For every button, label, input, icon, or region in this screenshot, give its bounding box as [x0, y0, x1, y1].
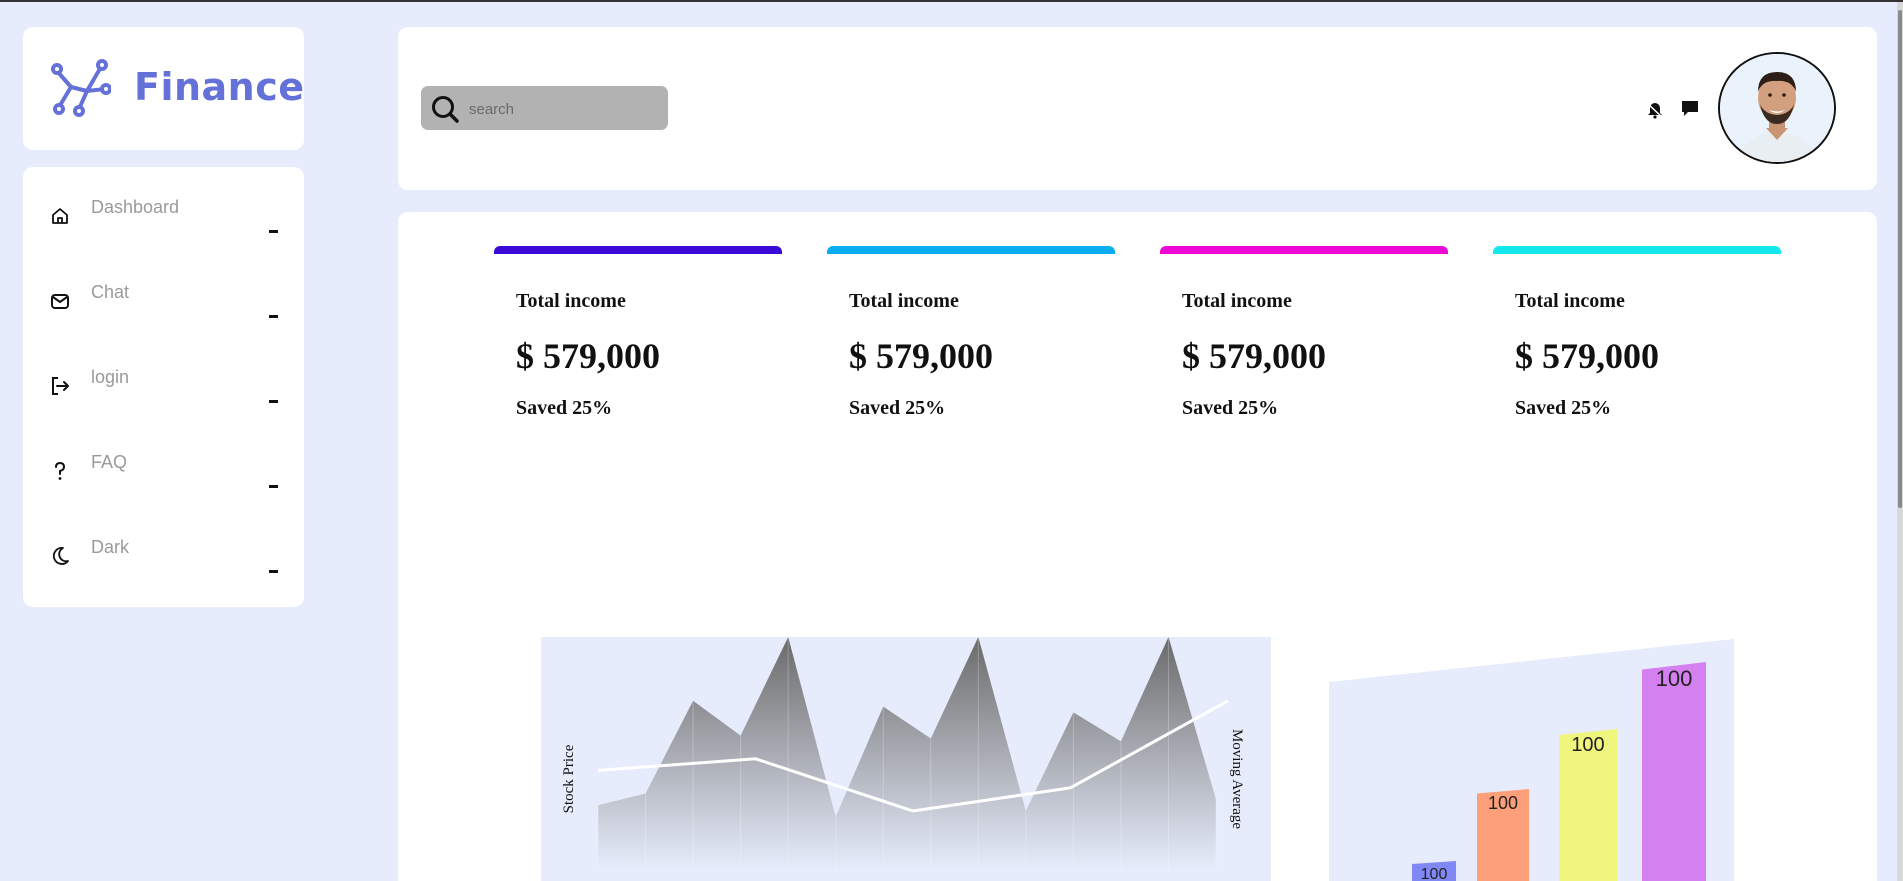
main-content: Total income $ 579,000 Saved 25% Total i… — [398, 212, 1877, 881]
sidebar-item-faq[interactable]: FAQ — [23, 422, 304, 492]
stock-price-chart: Stock Price Moving Average — [541, 637, 1271, 881]
bar — [1642, 662, 1706, 881]
card-value: $ 579,000 — [849, 336, 993, 376]
card-accent-bar — [1493, 246, 1781, 254]
bar-value-label: 100 — [1421, 866, 1448, 881]
card-value: $ 579,000 — [1182, 336, 1326, 376]
card-title: Total income — [1182, 290, 1292, 312]
dash-marker — [269, 400, 278, 403]
card-title: Total income — [516, 290, 626, 312]
sidebar-item-label: login — [91, 367, 130, 387]
search-input[interactable] — [469, 98, 659, 120]
logo-panel: Finance — [23, 27, 304, 150]
card-subtitle: Saved 25% — [1182, 397, 1279, 419]
dash-marker — [269, 570, 278, 573]
card-subtitle: Saved 25% — [516, 397, 613, 419]
sidebar-item-chat[interactable]: Chat — [23, 252, 304, 322]
mail-icon — [51, 294, 69, 309]
dash-marker — [269, 230, 278, 233]
brand-name: Finance — [134, 65, 305, 109]
card-value: $ 579,000 — [1515, 336, 1659, 376]
question-icon — [55, 461, 66, 480]
card-value: $ 579,000 — [516, 336, 660, 376]
sidebar-item-label: Chat — [91, 282, 130, 302]
search-icon[interactable] — [430, 94, 460, 124]
bar-value-label: 100 — [1571, 734, 1604, 756]
card-subtitle: Saved 25% — [849, 397, 946, 419]
bar-value-label: 100 — [1656, 666, 1693, 691]
logout-icon — [52, 377, 69, 395]
sidebar-item-dark[interactable]: Dark — [23, 507, 304, 577]
avatar[interactable] — [1718, 52, 1836, 164]
sidebar-item-dashboard[interactable]: Dashboard — [23, 167, 304, 237]
income-card: Total income $ 579,000 Saved 25% — [1493, 246, 1781, 446]
sidebar: Dashboard Chat login FAQ Dark — [23, 167, 304, 607]
sidebar-item-label: FAQ — [91, 452, 128, 472]
top-header — [398, 27, 1877, 190]
card-accent-bar — [1160, 246, 1448, 254]
card-title: Total income — [1515, 290, 1625, 312]
home-icon — [52, 208, 68, 224]
bar-chart: 100 100 100 100 — [1329, 639, 1734, 881]
network-nodes-icon — [51, 59, 111, 117]
sidebar-item-label: Dashboard — [91, 197, 180, 217]
card-subtitle: Saved 25% — [1515, 397, 1612, 419]
y-axis-label: Stock Price — [561, 744, 577, 813]
card-title: Total income — [849, 290, 959, 312]
card-accent-bar — [494, 246, 782, 254]
scrollbar-thumb[interactable] — [1898, 10, 1902, 508]
sidebar-item-label: Dark — [91, 537, 130, 557]
y2-axis-label: Moving Average — [1229, 729, 1245, 829]
card-accent-bar — [827, 246, 1115, 254]
income-card: Total income $ 579,000 Saved 25% — [827, 246, 1115, 446]
bell-icon[interactable] — [1645, 100, 1665, 120]
moon-icon — [52, 547, 69, 565]
dash-marker — [269, 315, 278, 318]
message-icon[interactable] — [1680, 98, 1700, 118]
bar-value-label: 100 — [1488, 793, 1518, 813]
income-card: Total income $ 579,000 Saved 25% — [1160, 246, 1448, 446]
dash-marker — [269, 485, 278, 488]
search-bar[interactable] — [421, 86, 668, 130]
income-card: Total income $ 579,000 Saved 25% — [494, 246, 782, 446]
profile-photo — [1720, 54, 1834, 162]
sidebar-item-login[interactable]: login — [23, 337, 304, 407]
